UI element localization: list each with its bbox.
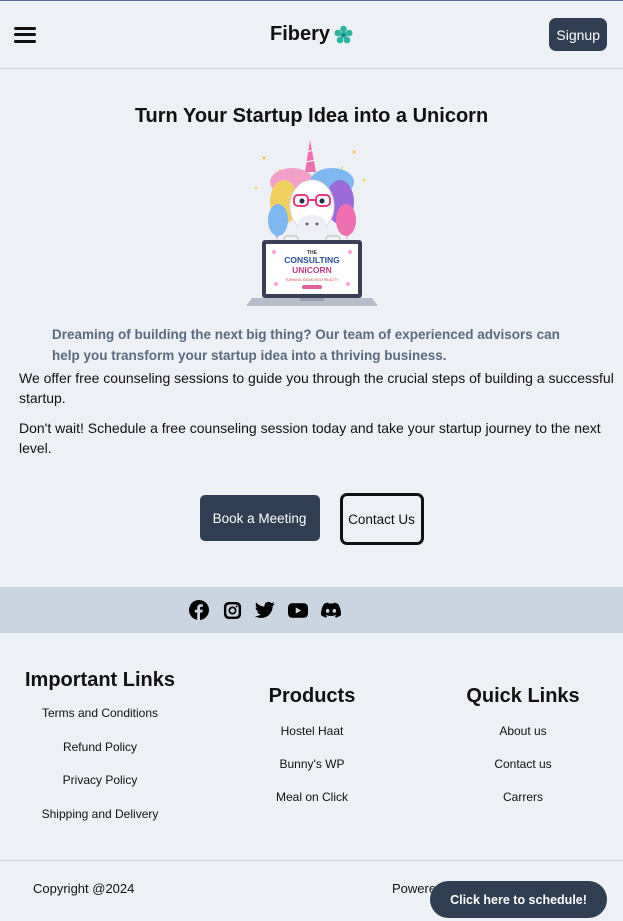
twitter-icon[interactable] (255, 600, 275, 620)
image-text-consulting: CONSULTING (284, 255, 340, 265)
footer-link-terms[interactable]: Terms and Conditions (0, 705, 200, 721)
cta-buttons: Book a Meeting Contact Us (0, 493, 623, 545)
social-links-bar (0, 587, 623, 633)
main-content: Turn Your Startup Idea into a Unicorn TH… (0, 105, 623, 896)
footer-link-privacy[interactable]: Privacy Policy (0, 772, 200, 788)
footer-link-hostel-haat[interactable]: Hostel Haat (212, 723, 412, 739)
image-text-tagline: TURNING IDEAS INTO REALITY (285, 278, 339, 282)
consulting-unicorn-illustration: THE CONSULTING UNICORN TURNING IDEAS INT… (245, 140, 378, 306)
footer-link-careers[interactable]: Carrers (423, 789, 623, 805)
site-footer: Important Links Terms and Conditions Ref… (0, 633, 623, 896)
hamburger-menu-icon[interactable] (14, 26, 36, 43)
footer-link-contact[interactable]: Contact us (423, 756, 623, 772)
quick-links-column: Quick Links About us Contact us Carrers (423, 685, 623, 822)
footer-link-meal-on-click[interactable]: Meal on Click (212, 789, 412, 805)
footer-link-bunnys-wp[interactable]: Bunny's WP (212, 756, 412, 772)
page-title: Turn Your Startup Idea into a Unicorn (134, 105, 489, 127)
brand-logo[interactable]: Fibery (270, 23, 353, 46)
book-meeting-button[interactable]: Book a Meeting (199, 495, 320, 541)
instagram-icon[interactable] (222, 600, 242, 620)
brand-name: Fibery (269, 23, 331, 45)
discord-icon[interactable] (321, 600, 341, 620)
footer-columns: Important Links Terms and Conditions Ref… (0, 633, 623, 860)
copyright-text: Copyright @2024 (33, 881, 135, 896)
hero-image: THE CONSULTING UNICORN TURNING IDEAS INT… (0, 140, 623, 308)
image-text-unicorn: UNICORN (292, 265, 332, 275)
facebook-icon[interactable] (189, 600, 209, 620)
contact-us-button[interactable]: Contact Us (339, 493, 424, 545)
important-links-heading: Important Links (24, 669, 175, 691)
site-header: Fibery Signup (0, 1, 623, 69)
hero-paragraph-1: We offer free counseling sessions to gui… (19, 370, 614, 406)
hero-lead-text: Dreaming of building the next big thing?… (52, 327, 560, 363)
schedule-floating-button[interactable]: Click here to schedule! (430, 881, 607, 918)
footer-link-about[interactable]: About us (423, 723, 623, 739)
products-heading: Products (268, 685, 356, 707)
quick-links-heading: Quick Links (466, 685, 580, 707)
youtube-icon[interactable] (288, 600, 308, 620)
hero-paragraph-2: Don't wait! Schedule a free counseling s… (19, 420, 601, 456)
important-links-column: Important Links Terms and Conditions Ref… (0, 669, 200, 839)
products-column: Products Hostel Haat Bunny's WP Meal on … (212, 685, 412, 822)
signup-button[interactable]: Signup (549, 18, 607, 51)
footer-link-refund[interactable]: Refund Policy (0, 739, 200, 755)
flower-icon (334, 25, 353, 43)
footer-link-shipping[interactable]: Shipping and Delivery (0, 806, 200, 822)
